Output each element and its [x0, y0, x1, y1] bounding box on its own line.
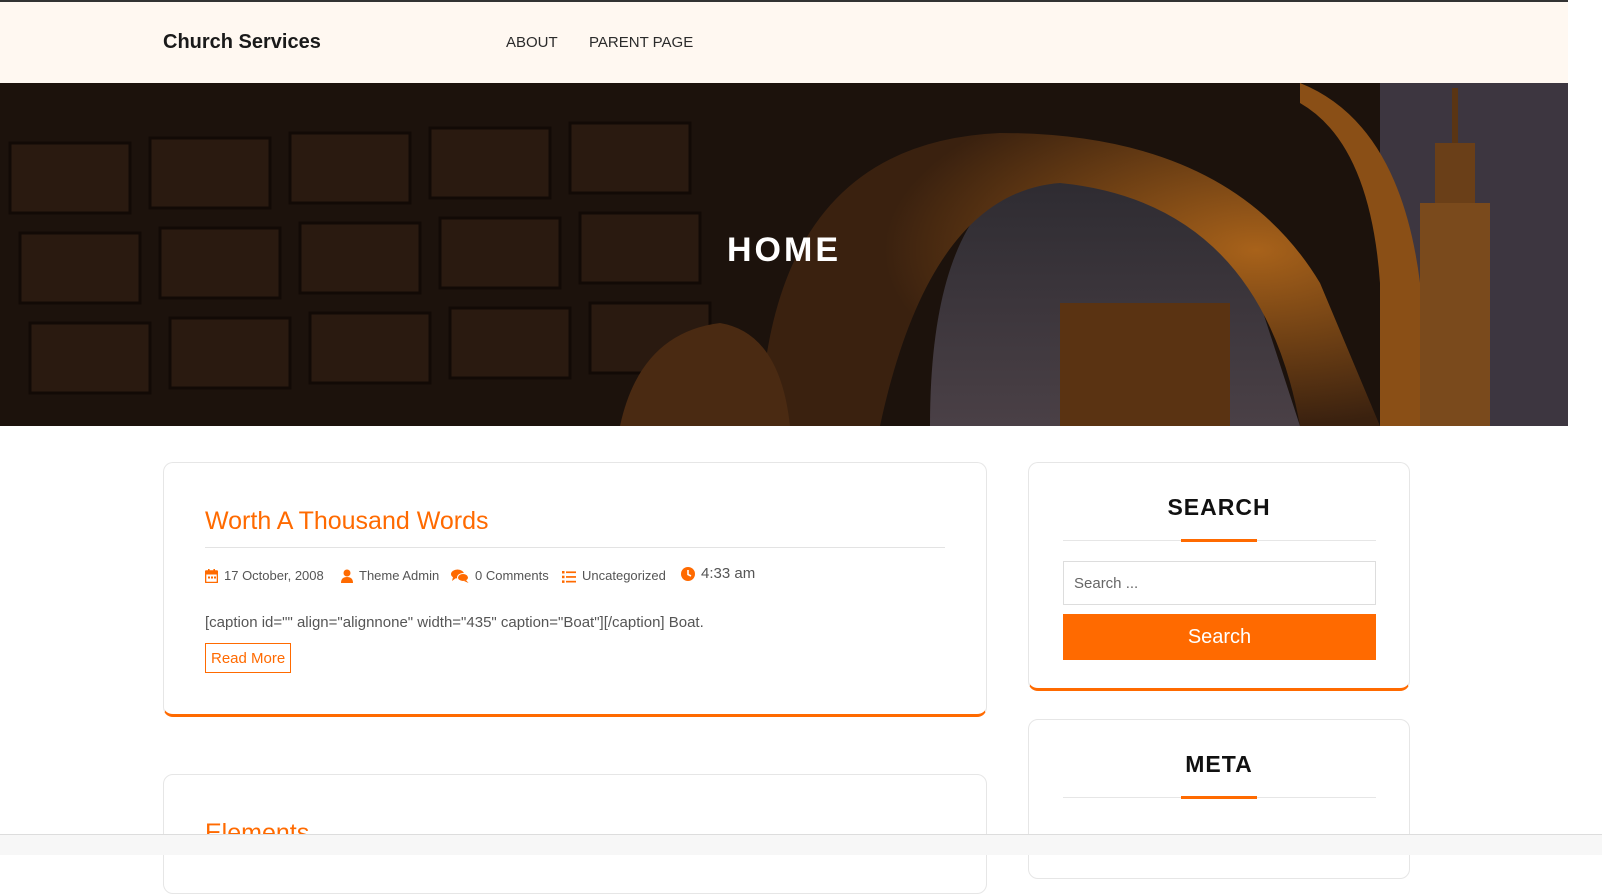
- post-comments[interactable]: 0 Comments: [451, 568, 549, 583]
- user-icon: [341, 569, 353, 583]
- post-time-text: 4:33 am: [701, 565, 756, 582]
- post-title[interactable]: Worth A Thousand Words: [205, 507, 489, 536]
- calendar-icon: [204, 569, 219, 584]
- widget-accent-bar: [1181, 796, 1257, 799]
- post-date[interactable]: 17 October, 2008: [204, 568, 324, 584]
- post-date-text: 17 October, 2008: [224, 568, 324, 583]
- meta-widget: META: [1028, 719, 1410, 879]
- widget-accent-bar: [1181, 539, 1257, 542]
- post-author-text: Theme Admin: [359, 568, 440, 583]
- widget-title-meta: META: [1185, 751, 1253, 777]
- read-more-button[interactable]: Read More: [205, 643, 292, 673]
- post-divider: [205, 547, 945, 548]
- post-category-text: Uncategorized: [582, 568, 666, 583]
- site-title[interactable]: Church Services: [163, 31, 321, 54]
- search-widget: SEARCH Search: [1028, 462, 1410, 691]
- search-button[interactable]: Search: [1063, 614, 1376, 660]
- post-comments-text: 0 Comments: [475, 568, 549, 583]
- post-category[interactable]: Uncategorized: [562, 568, 666, 583]
- post-time: 4:33 am: [681, 565, 755, 582]
- comments-icon: [451, 569, 469, 583]
- page-title: HOME: [727, 231, 841, 269]
- search-input[interactable]: [1063, 561, 1376, 605]
- widget-title-search: SEARCH: [1167, 494, 1271, 520]
- hero-banner: HOME: [0, 83, 1568, 426]
- nav-item-parent-page[interactable]: PARENT PAGE: [589, 34, 693, 51]
- post-excerpt: [caption id="" align="alignnone" width="…: [205, 614, 704, 631]
- site-header: Church Services ABOUT PARENT PAGE: [0, 2, 1568, 83]
- horizontal-scrollbar[interactable]: [0, 834, 1602, 855]
- post-author[interactable]: Theme Admin: [341, 568, 439, 583]
- post-card: Worth A Thousand Words 17 October, 2008 …: [163, 462, 987, 717]
- list-icon: [562, 571, 576, 583]
- clock-icon: [681, 567, 695, 581]
- nav-item-about[interactable]: ABOUT: [506, 34, 558, 51]
